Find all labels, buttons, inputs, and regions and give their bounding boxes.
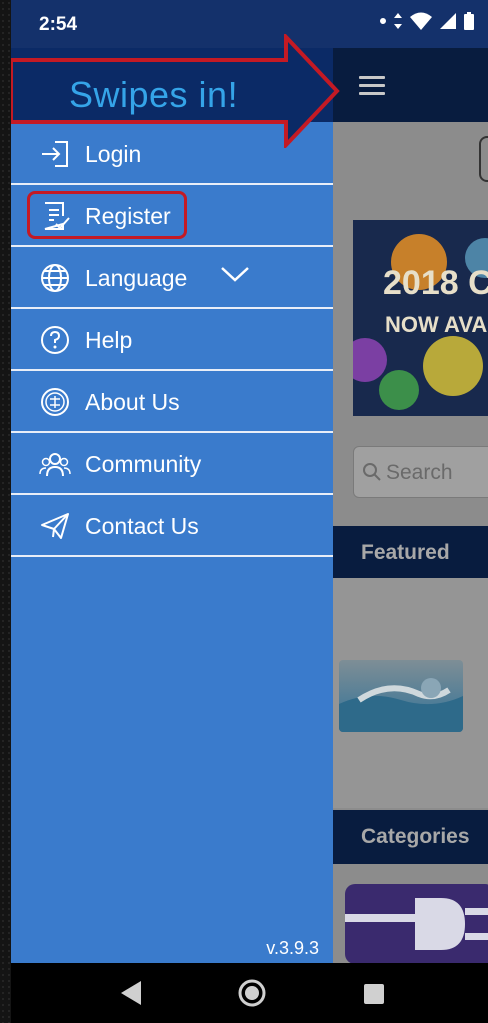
chevron-down-icon[interactable] [220, 265, 250, 283]
status-time: 2:54 [39, 14, 78, 35]
search-icon [363, 463, 381, 481]
recents-icon[interactable] [363, 983, 385, 1005]
menu-item-label: Help [85, 327, 133, 353]
menu-item-language[interactable]: Language [11, 247, 333, 309]
category-thumbnail[interactable] [345, 884, 488, 963]
promo-banner[interactable]: 2018 C NOW AVA [353, 220, 488, 416]
send-icon [41, 513, 69, 539]
status-icons [380, 12, 474, 30]
notification-dot-icon [380, 18, 386, 24]
banner-subtitle: NOW AVA [385, 312, 488, 337]
about-icon [41, 388, 69, 416]
featured-content [333, 578, 488, 808]
menu-item-about-us[interactable]: About Us [11, 371, 333, 433]
featured-label: Featured [361, 541, 450, 564]
featured-header: Featured [333, 526, 488, 580]
app-toolbar [333, 48, 488, 122]
menu-item-label: Community [85, 451, 202, 477]
battery-icon [464, 12, 474, 30]
community-icon [39, 453, 71, 477]
search-placeholder: Search [386, 461, 453, 484]
background-app: 2018 C NOW AVA Search Featured Categorie… [333, 48, 488, 963]
hamburger-menu-icon[interactable] [359, 76, 385, 95]
featured-thumbnail[interactable] [339, 660, 463, 732]
data-arrows-icon [394, 13, 402, 29]
help-icon [41, 326, 69, 354]
menu-item-label: About Us [85, 389, 180, 415]
menu-item-contact-us[interactable]: Contact Us [11, 495, 333, 557]
signal-icon [440, 13, 456, 29]
phone-screen: 2018 C NOW AVA Search Featured Categorie… [11, 0, 488, 1023]
menu-item-register[interactable]: Register [11, 185, 333, 247]
app-version: v.3.9.3 [266, 938, 319, 958]
menu-item-help[interactable]: Help [11, 309, 333, 371]
menu-item-label: Contact Us [85, 513, 199, 539]
menu-item-community[interactable]: Community [11, 433, 333, 495]
app-tab-button[interactable] [479, 136, 488, 182]
swipe-annotation-text: Swipes in! [69, 74, 239, 115]
categories-label: Categories [361, 825, 470, 848]
categories-header: Categories [333, 810, 488, 864]
navigation-drawer: Login Register Language Help About Us Co… [11, 48, 333, 963]
back-icon[interactable] [119, 979, 143, 1007]
search-input[interactable]: Search [353, 446, 488, 498]
banner-title: 2018 C [383, 264, 488, 302]
register-icon [44, 202, 70, 230]
globe-icon [41, 264, 69, 292]
home-icon[interactable] [237, 978, 267, 1008]
menu-item-label: Language [85, 265, 188, 291]
menu-item-label: Register [85, 203, 171, 229]
wifi-icon [410, 12, 432, 30]
navigation-bar [11, 963, 488, 1023]
